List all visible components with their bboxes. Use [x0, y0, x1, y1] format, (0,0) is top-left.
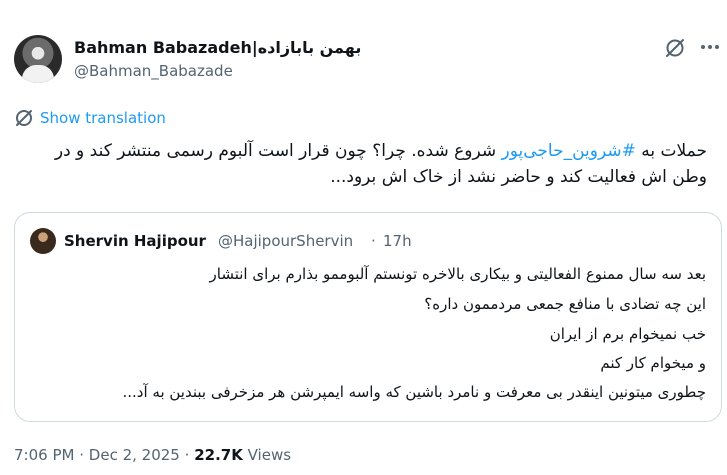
quoted-author-display-name[interactable]: Shervin Hajipour — [64, 232, 206, 250]
quoted-author-avatar[interactable] — [30, 228, 56, 254]
show-translation-link[interactable]: Show translation — [40, 109, 166, 127]
more-icon[interactable] — [700, 44, 720, 50]
tweet-text: حملات به #شروین_حاجی‌پور شروع شده. چرا؟ … — [17, 138, 707, 190]
author-display-name[interactable]: Bahman Babazadeh|بهمن بابازاده — [74, 38, 361, 57]
quoted-separator: · — [371, 232, 376, 250]
author-avatar[interactable] — [14, 35, 62, 83]
tweet-time[interactable]: 7:06 PM — [14, 446, 74, 464]
quoted-line-5: چطوری میتونین اینقدر بی معرفت و نامرد با… — [122, 383, 706, 401]
quoted-line-4: و میخوام کار کنم — [600, 354, 706, 372]
quoted-timestamp[interactable]: 17h — [383, 232, 412, 250]
tweet-text-before: حملات به — [635, 141, 707, 161]
quoted-line-3: خب نمیخوام برم از ایران — [549, 325, 706, 343]
quoted-line-1: بعد سه سال ممنوع الفعالیتی و بیکاری بالا… — [209, 265, 706, 283]
author-handle[interactable]: @Bahman_Babazade — [74, 62, 233, 80]
tweet-meta: 7:06 PM · Dec 2, 2025 · 22.7K Views — [14, 446, 291, 464]
quoted-line-2: این چه تضادی با منافع جمعی مردممون داره؟ — [424, 295, 706, 313]
meta-separator: · — [79, 446, 85, 464]
hashtag-link[interactable]: #شروین_حاجی‌پور — [502, 141, 636, 161]
meta-separator-2: · — [184, 446, 190, 464]
tweet-date[interactable]: Dec 2, 2025 — [89, 446, 180, 464]
quoted-author-handle[interactable]: @HajipourShervin — [218, 232, 353, 250]
grok-icon[interactable] — [664, 37, 686, 59]
translate-icon — [16, 110, 32, 126]
views-label: Views — [247, 446, 292, 464]
views-count: 22.7K — [194, 446, 243, 464]
